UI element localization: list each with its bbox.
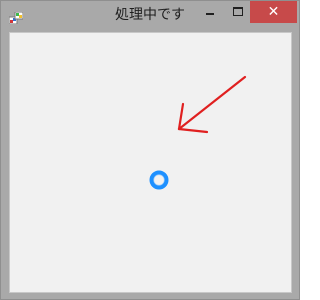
title-bar[interactable]: 処理中です ✕: [1, 1, 299, 30]
app-window: 処理中です ✕: [0, 0, 300, 300]
loading-spinner-icon: [148, 169, 170, 191]
close-button[interactable]: ✕: [250, 1, 297, 23]
red-arrow-annotation-icon: [169, 71, 251, 141]
maximize-button[interactable]: [223, 1, 253, 23]
maximize-icon: [233, 7, 243, 16]
minimize-button[interactable]: [195, 1, 225, 23]
minimize-icon: [206, 13, 214, 15]
close-icon: ✕: [267, 4, 280, 20]
